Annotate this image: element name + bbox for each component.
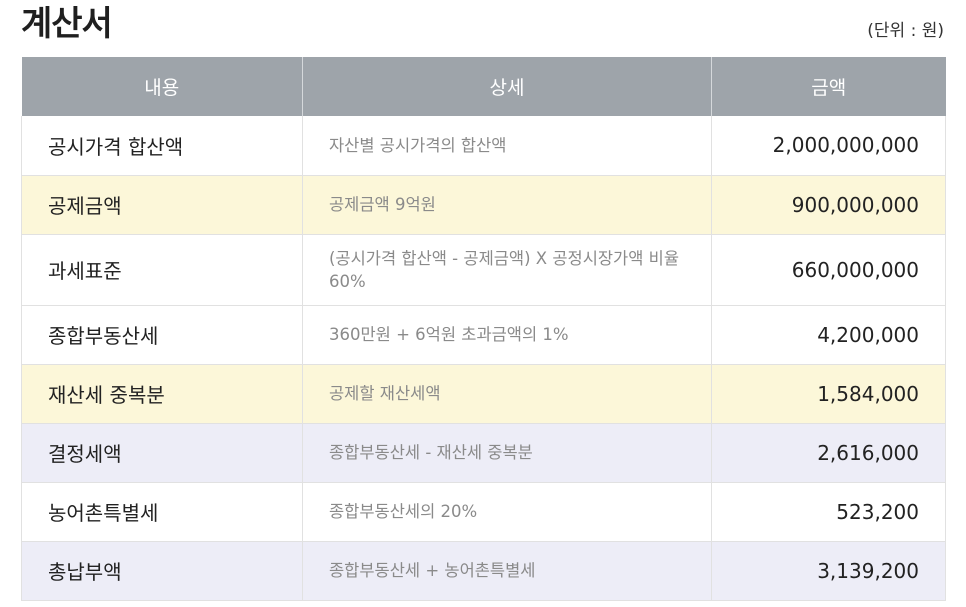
column-header-amount: 금액 (711, 57, 946, 116)
column-header-item: 내용 (21, 57, 303, 116)
column-header-detail: 상세 (302, 57, 712, 116)
row-detail: 자산별 공시가격의 합산액 (302, 116, 712, 176)
row-item: 결정세액 (21, 423, 303, 483)
unit-label: (단위 : 원) (867, 21, 944, 41)
row-item: 총납부액 (21, 541, 303, 601)
page-title: 계산서 (21, 4, 113, 44)
row-detail: 360만원 + 6억원 초과금액의 1% (302, 305, 712, 365)
row-detail: 종합부동산세 + 농어촌특별세 (302, 541, 712, 601)
table-row: 결정세액 종합부동산세 - 재산세 중복분 2,616,000 (21, 423, 946, 483)
table-row: 공제금액 공제금액 9억원 900,000,000 (21, 175, 946, 235)
table-row: 총납부액 종합부동산세 + 농어촌특별세 3,139,200 (21, 541, 946, 601)
row-detail: (공시가격 합산액 - 공제금액) X 공정시장가액 비율 60% (302, 234, 712, 306)
table-header-row: 내용 상세 금액 (21, 57, 946, 116)
row-amount: 523,200 (711, 482, 946, 542)
row-detail: 공제금액 9억원 (302, 175, 712, 235)
table-row: 재산세 중복분 공제할 재산세액 1,584,000 (21, 364, 946, 424)
row-amount: 660,000,000 (711, 234, 946, 306)
table-row: 농어촌특별세 종합부동산세의 20% 523,200 (21, 482, 946, 542)
row-item: 농어촌특별세 (21, 482, 303, 542)
row-item: 재산세 중복분 (21, 364, 303, 424)
row-item: 종합부동산세 (21, 305, 303, 365)
row-amount: 2,616,000 (711, 423, 946, 483)
row-detail: 공제할 재산세액 (302, 364, 712, 424)
row-detail: 종합부동산세 - 재산세 중복분 (302, 423, 712, 483)
row-amount: 2,000,000,000 (711, 116, 946, 176)
row-amount: 3,139,200 (711, 541, 946, 601)
row-item: 공시가격 합산액 (21, 116, 303, 176)
row-item: 과세표준 (21, 234, 303, 306)
calculation-table: 내용 상세 금액 공시가격 합산액 자산별 공시가격의 합산액 2,000,00… (21, 57, 946, 601)
row-item: 공제금액 (21, 175, 303, 235)
row-amount: 1,584,000 (711, 364, 946, 424)
table-row: 과세표준 (공시가격 합산액 - 공제금액) X 공정시장가액 비율 60% 6… (21, 234, 946, 306)
table-row: 종합부동산세 360만원 + 6억원 초과금액의 1% 4,200,000 (21, 305, 946, 365)
title-row: 계산서 (단위 : 원) (0, 0, 966, 57)
row-detail: 종합부동산세의 20% (302, 482, 712, 542)
table-row: 공시가격 합산액 자산별 공시가격의 합산액 2,000,000,000 (21, 116, 946, 176)
row-amount: 900,000,000 (711, 175, 946, 235)
row-amount: 4,200,000 (711, 305, 946, 365)
